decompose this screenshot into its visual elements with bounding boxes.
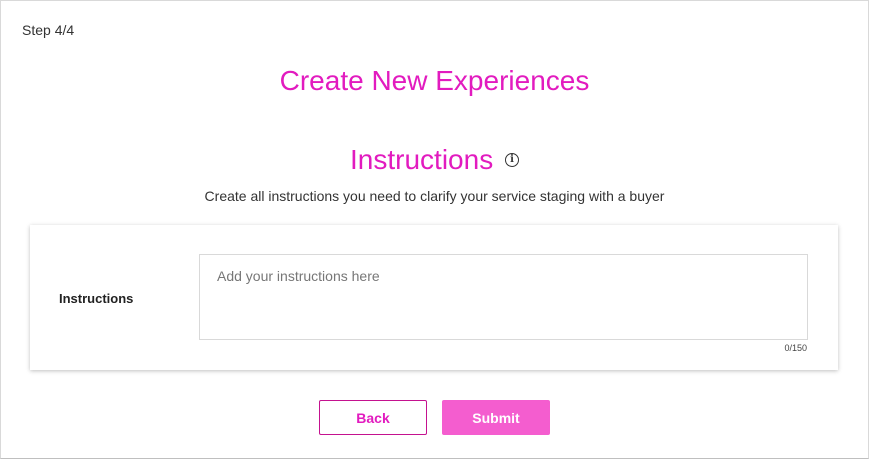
section-title: Instructions [350,144,494,175]
instructions-card: Instructions 0/150 [30,225,838,370]
instructions-label: Instructions [59,291,134,306]
step-indicator: Step 4/4 [22,22,75,38]
instructions-textarea[interactable] [199,254,808,340]
wizard-frame: Step 4/4 Create New Experiences Instruct… [0,0,869,459]
character-counter: 0/150 [784,343,807,353]
submit-button[interactable]: Submit [442,400,550,435]
page-title: Create New Experiences [279,65,590,96]
section-description: Create all instructions you need to clar… [204,188,665,204]
back-button[interactable]: Back [319,400,427,435]
info-icon[interactable]: i [504,152,519,167]
section-heading: Instructions i [1,144,868,176]
